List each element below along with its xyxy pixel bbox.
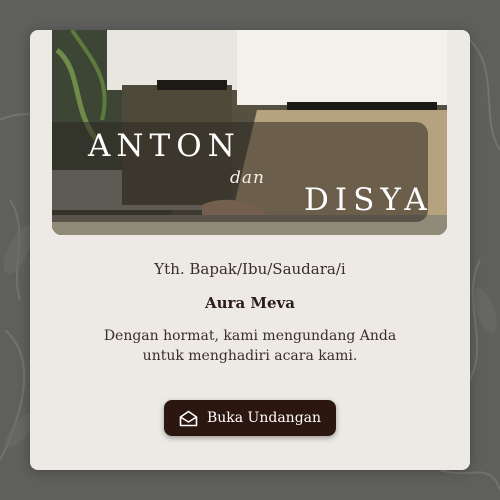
greeting-text: Yth. Bapak/Ibu/Saudara/i [154,260,346,278]
invitation-card: ANTON dan DISYA Yth. Bapak/Ibu/Saudara/i… [30,30,470,470]
invitation-message: Dengan hormat, kami mengundang Anda untu… [103,328,397,364]
couple-photo: ANTON dan DISYA [52,30,447,235]
guest-name: Aura Meva [205,294,295,312]
bride-name: DISYA [304,182,433,218]
groom-name: ANTON [88,128,241,164]
envelope-open-icon [179,410,198,427]
open-invitation-button[interactable]: Buka Undangan [164,400,336,436]
name-connector: dan [230,168,265,188]
open-invitation-label: Buka Undangan [206,410,322,426]
